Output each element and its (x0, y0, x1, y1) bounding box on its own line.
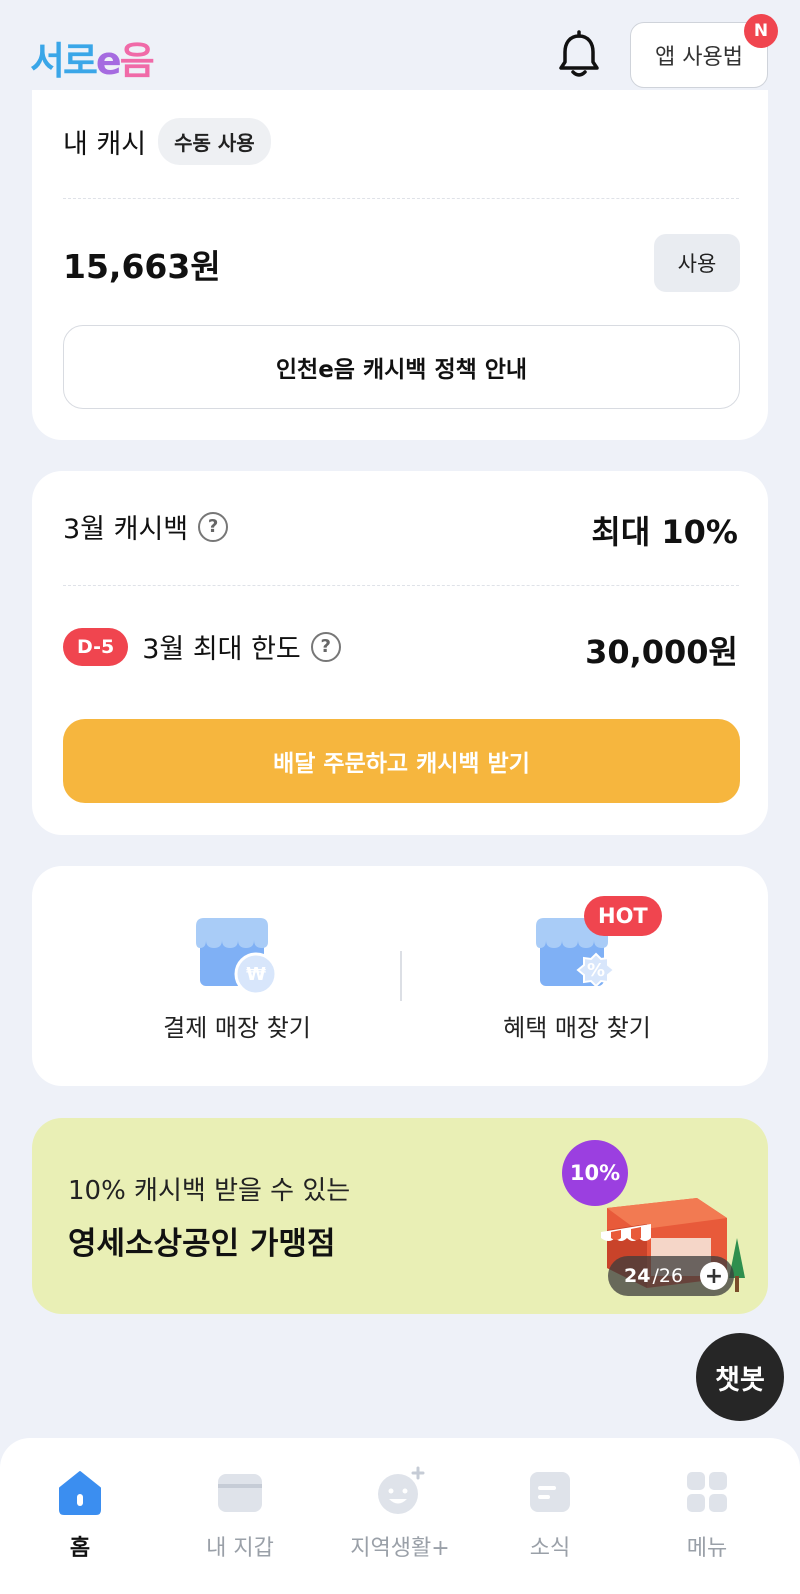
d-day-badge: D-5 (63, 627, 129, 666)
nav-label-local-life: 지역생활+ (350, 1536, 450, 1561)
dashed-divider (63, 198, 739, 199)
logo-part-1: 서로 (30, 39, 98, 83)
nav-item-home[interactable]: 홈 (0, 1466, 160, 1562)
store-finder-card: ₩ 결제 매장 찾기 % 혜택 매장 찾기 HOT (32, 866, 768, 1086)
help-icon[interactable]: ? (310, 631, 341, 662)
monthly-limit-value: 30,000원 (585, 633, 738, 671)
new-badge: N (744, 14, 778, 48)
news-icon (524, 1466, 576, 1518)
pager-current: 24 (624, 1265, 651, 1287)
promo-banner[interactable]: 10% 캐시백 받을 수 있는 영세소상공인 가맹점 10% 24/26 + (32, 1118, 768, 1314)
store-payment-icon: ₩ (192, 916, 282, 996)
nav-item-wallet[interactable]: 내 지갑 (160, 1466, 320, 1562)
home-icon (54, 1466, 106, 1518)
percent-badge-icon: % (586, 960, 606, 981)
pager-total: /26 (652, 1265, 684, 1287)
monthly-cashback-row: 3월 캐시백 ? (63, 507, 229, 546)
nav-item-menu[interactable]: 메뉴 (627, 1466, 787, 1562)
smile-plus-icon (374, 1466, 426, 1518)
bell-icon[interactable] (556, 30, 602, 80)
logo-part-3: 음 (119, 39, 155, 83)
benefit-store-finder[interactable]: % 혜택 매장 찾기 (412, 916, 742, 1043)
nav-label-wallet: 내 지갑 (206, 1536, 274, 1561)
nav-label-home: 홈 (69, 1536, 91, 1561)
benefit-store-label: 혜택 매장 찾기 (503, 1014, 651, 1042)
won-badge-icon: ₩ (246, 964, 266, 985)
my-cash-title: 내 캐시 (63, 129, 147, 160)
cashback-card: 3월 캐시백 ? 최대 10% D-5 3월 최대 한도 ? 30,000원 배… (32, 471, 768, 835)
manual-use-chip[interactable]: 수동 사용 (158, 118, 271, 165)
monthly-limit-row: D-5 3월 최대 한도 ? (63, 627, 341, 666)
grid-menu-icon (681, 1466, 733, 1518)
plus-icon[interactable]: + (700, 1262, 728, 1290)
bottom-nav: 홈 내 지갑 지역생활+ 소식 메뉴 (0, 1438, 800, 1594)
cash-balance: 15,663원 (63, 247, 221, 286)
my-cash-header: 내 캐시 수동 사용 (63, 118, 271, 165)
vertical-divider (400, 951, 402, 1001)
banner-title: 영세소상공인 가맹점 (68, 1226, 336, 1262)
nav-item-local-life[interactable]: 지역생활+ (320, 1466, 480, 1562)
app-logo[interactable]: 서로e음 (30, 30, 155, 85)
dashed-divider (63, 585, 739, 586)
nav-item-news[interactable]: 소식 (470, 1466, 630, 1562)
payment-store-finder[interactable]: ₩ 결제 매장 찾기 (72, 916, 402, 1043)
banner-pager[interactable]: 24/26 + (608, 1256, 734, 1296)
cashback-policy-button[interactable]: 인천e음 캐시백 정책 안내 (63, 325, 740, 409)
my-cash-card: 내 캐시 수동 사용 15,663원 사용 인천e음 캐시백 정책 안내 (32, 90, 768, 440)
help-icon[interactable]: ? (198, 511, 229, 542)
monthly-cashback-value: 최대 10% (591, 513, 738, 551)
use-cash-button[interactable]: 사용 (654, 234, 740, 292)
delivery-cashback-button[interactable]: 배달 주문하고 캐시백 받기 (63, 719, 740, 803)
hot-badge: HOT (584, 896, 662, 936)
cashback-percent-badge: 10% (562, 1140, 628, 1206)
monthly-cashback-label: 3월 캐시백 (63, 514, 189, 545)
nav-label-menu: 메뉴 (686, 1536, 728, 1561)
wallet-icon (214, 1466, 266, 1518)
nav-label-news: 소식 (529, 1536, 571, 1561)
banner-subtitle: 10% 캐시백 받을 수 있는 (68, 1176, 351, 1206)
logo-part-2: e (95, 39, 122, 83)
monthly-limit-label: 3월 최대 한도 (142, 634, 301, 665)
payment-store-label: 결제 매장 찾기 (163, 1014, 311, 1042)
chatbot-button[interactable]: 챗봇 (696, 1333, 784, 1421)
